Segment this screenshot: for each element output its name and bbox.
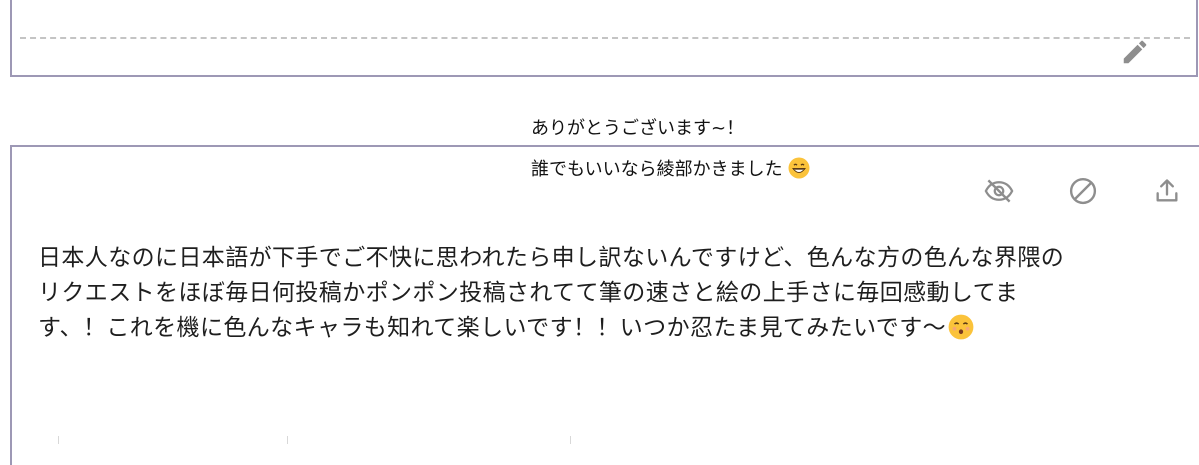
dashed-divider bbox=[20, 37, 1190, 39]
edit-button[interactable] bbox=[1117, 36, 1153, 72]
block-icon bbox=[1068, 176, 1098, 210]
faint-mark bbox=[58, 436, 59, 444]
eye-off-icon bbox=[984, 176, 1014, 210]
reply-text-line-1: ありがとうございます~！ bbox=[531, 118, 745, 139]
kissing-face-emoji bbox=[948, 314, 974, 340]
block-button[interactable] bbox=[1066, 176, 1100, 210]
hide-button[interactable] bbox=[982, 176, 1016, 210]
faint-mark bbox=[570, 436, 571, 444]
upload-share-icon bbox=[1153, 177, 1181, 209]
share-button[interactable] bbox=[1150, 176, 1184, 210]
previous-message-card bbox=[10, 0, 1198, 77]
message-text: 日本人なのに日本語が下手でご不快に思われたら申し訳ないんですけど、色んな方の色ん… bbox=[38, 245, 1065, 341]
faint-mark bbox=[287, 436, 288, 444]
pencil-icon bbox=[1120, 37, 1150, 71]
message-body: 日本人なのに日本語が下手でご不快に思われたら申し訳ないんですけど、色んな方の色ん… bbox=[38, 241, 1188, 346]
